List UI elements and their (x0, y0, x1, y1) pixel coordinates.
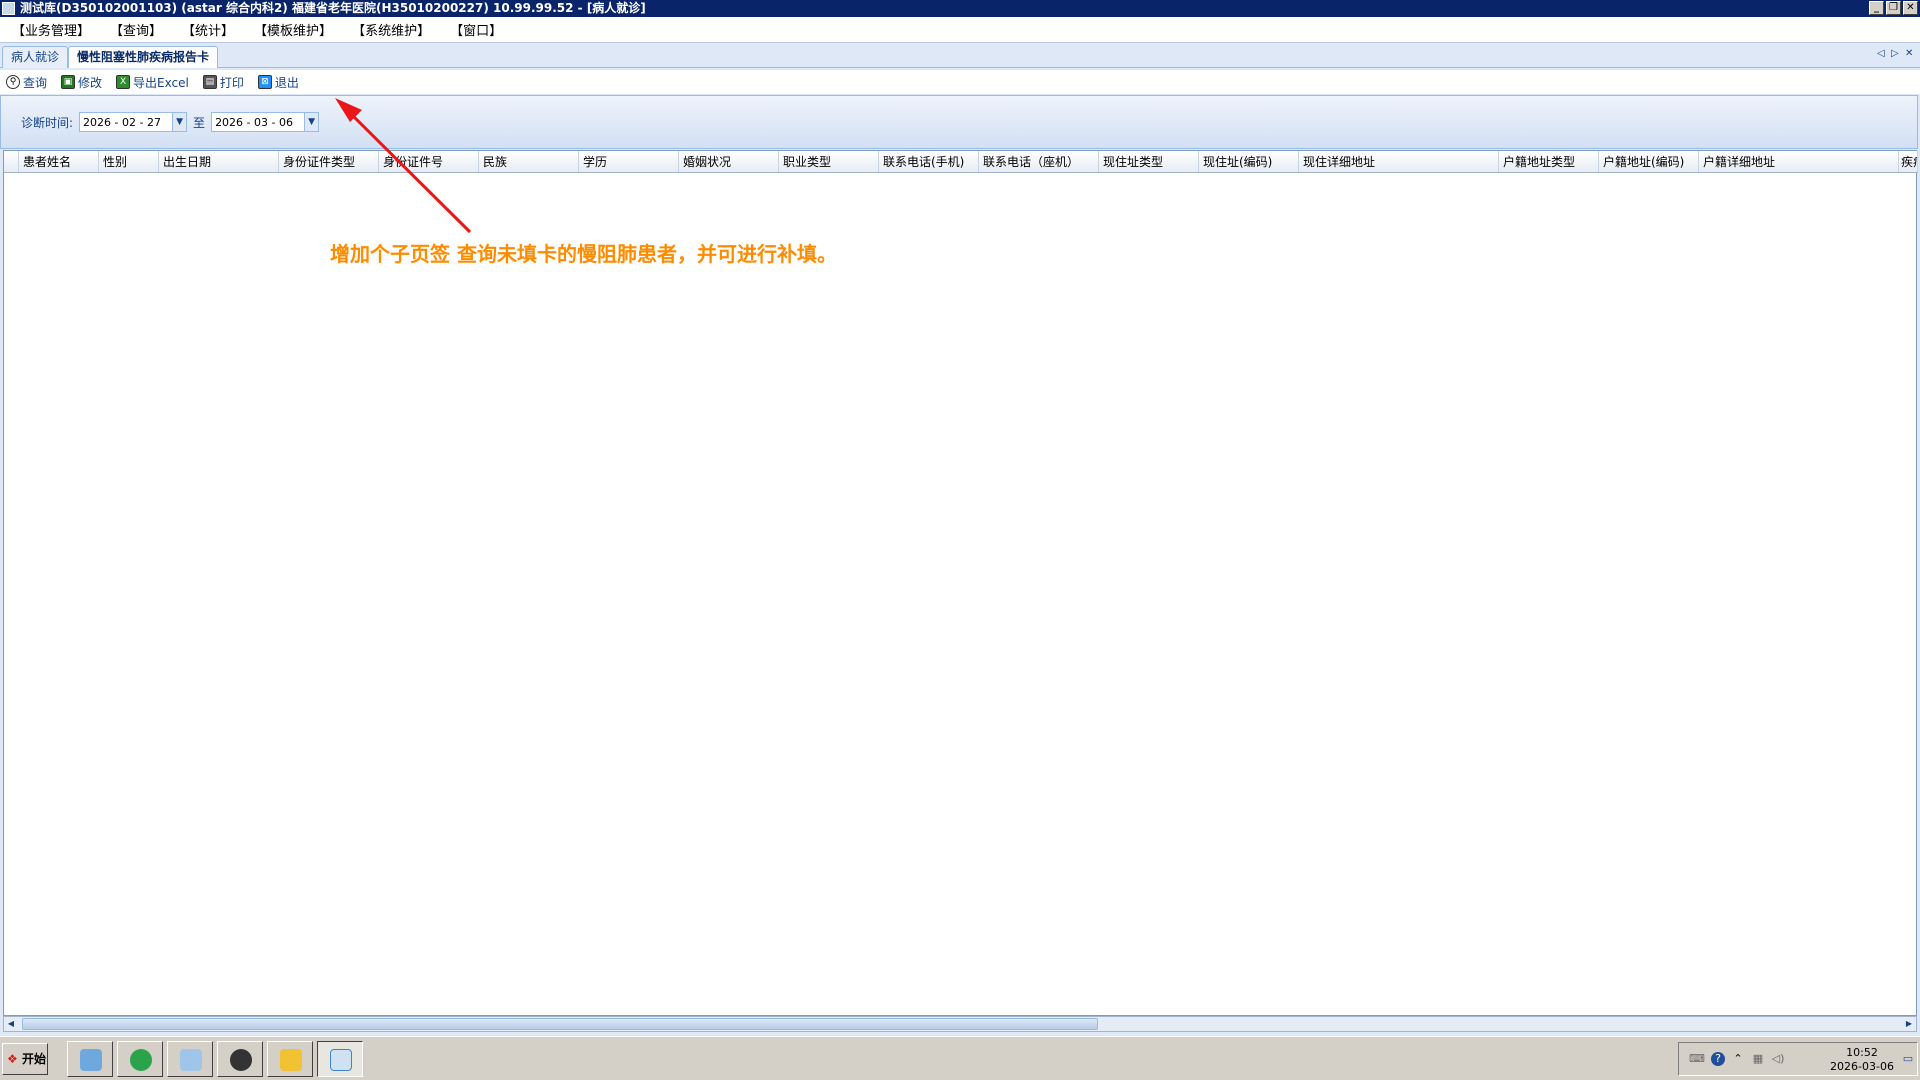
column-header-id-type[interactable]: 身份证件类型 (279, 151, 379, 172)
clock-date: 2026-03-06 (1830, 1060, 1894, 1073)
column-header-address-type[interactable]: 现住址类型 (1099, 151, 1199, 172)
menu-template[interactable]: 【模板维护】 (254, 20, 332, 39)
windows-logo-icon: ❖ (7, 1052, 18, 1066)
query-label: 查询 (23, 75, 48, 90)
tray-clock[interactable]: 10:52 2026-03-06 (1829, 1046, 1895, 1074)
search-icon: ⚲ (6, 75, 20, 89)
window-title: 测试库(D350102001103) (astar 综合内科2) 福建省老年医院… (20, 1, 646, 15)
printer-icon: ▤ (202, 75, 217, 89)
column-header-household-detail[interactable]: 户籍详细地址 (1699, 151, 1899, 172)
taskbar-app-sogou[interactable] (117, 1041, 163, 1077)
column-header-address-code[interactable]: 现住址(编码) (1199, 151, 1299, 172)
doctor-app-icon (330, 1049, 352, 1071)
menu-query[interactable]: 【查询】 (110, 20, 162, 39)
excel-icon: X (116, 75, 131, 89)
chevron-down-icon[interactable]: ▼ (172, 113, 187, 131)
app-icon (2, 2, 15, 15)
network-icon[interactable]: ▦ (1751, 1052, 1765, 1066)
diagnosis-time-label: 诊断时间: (21, 115, 74, 130)
column-header-birthdate[interactable]: 出生日期 (159, 151, 279, 172)
taskbar-app-compass[interactable] (217, 1041, 263, 1077)
keyboard-icon[interactable]: ⌨ (1689, 1052, 1705, 1066)
date-from-picker[interactable]: 2026 - 02 - 27 ▼ (79, 112, 188, 132)
folder-icon (280, 1049, 302, 1071)
tab-scroll-left-icon[interactable]: ◁ (1877, 48, 1885, 59)
scroll-left-icon[interactable]: ◀ (4, 1017, 18, 1031)
menu-business[interactable]: 【业务管理】 (12, 20, 90, 39)
taskbar-app-notepad[interactable] (167, 1041, 213, 1077)
exit-icon: ⊠ (257, 75, 272, 89)
window-titlebar: 测试库(D350102001103) (astar 综合内科2) 福建省老年医院… (0, 0, 1920, 17)
print-button[interactable]: ▤ 打印 (202, 74, 244, 91)
data-grid[interactable]: 患者姓名 性别 出生日期 身份证件类型 身份证件号 民族 学历 婚姻状况 职业类… (3, 150, 1918, 1016)
print-label: 打印 (219, 75, 244, 90)
query-button[interactable]: ⚲ 查询 (6, 74, 47, 91)
column-header-landline[interactable]: 联系电话（座机） (979, 151, 1099, 172)
scroll-right-icon[interactable]: ▶ (1902, 1017, 1916, 1031)
menu-window[interactable]: 【窗口】 (450, 20, 502, 39)
volume-icon[interactable]: ◁) (1771, 1052, 1785, 1066)
sogou-icon (130, 1049, 152, 1071)
window-controls: _ ❐ ✕ (1869, 1, 1918, 15)
filter-bar: 诊断时间: 2026 - 02 - 27 ▼ 至 2026 - 03 - 06 … (0, 95, 1918, 149)
column-header-marital-status[interactable]: 婚姻状况 (679, 151, 779, 172)
grid-header: 患者姓名 性别 出生日期 身份证件类型 身份证件号 民族 学历 婚姻状况 职业类… (4, 151, 1918, 173)
tab-bar: 病人就诊 慢性阻塞性肺疾病报告卡 ◁ ▷ ✕ (0, 44, 1920, 68)
edit-label: 修改 (78, 75, 103, 90)
export-excel-label: 导出Excel (133, 75, 189, 90)
tab-copd-report-card[interactable]: 慢性阻塞性肺疾病报告卡 (68, 46, 219, 68)
notepad-icon (180, 1049, 202, 1071)
help-icon[interactable]: ? (1711, 1052, 1725, 1066)
column-header-disease[interactable]: 疾病 (1899, 151, 1918, 172)
exit-label: 退出 (274, 75, 299, 90)
restore-button[interactable]: ❐ (1886, 1, 1901, 15)
column-header-household-code[interactable]: 户籍地址(编码) (1599, 151, 1699, 172)
system-tray: ⌨ ? ⌃ ▦ ◁) 10:52 2026-03-06 ▭ (1678, 1042, 1918, 1076)
column-header-household-type[interactable]: 户籍地址类型 (1499, 151, 1599, 172)
column-header-name[interactable]: 患者姓名 (19, 151, 99, 172)
taskbar-app-doctor[interactable] (317, 1041, 363, 1077)
calculator-icon (80, 1049, 102, 1071)
export-excel-button[interactable]: X 导出Excel (116, 74, 189, 91)
column-header-gender[interactable]: 性别 (99, 151, 159, 172)
tab-scroll-right-icon[interactable]: ▷ (1891, 48, 1899, 59)
compass-icon (230, 1049, 252, 1071)
column-header-occupation[interactable]: 职业类型 (779, 151, 879, 172)
date-range-separator: 至 (193, 115, 206, 130)
tab-patient-visit[interactable]: 病人就诊 (2, 46, 69, 68)
row-indicator-header (4, 151, 19, 172)
taskbar-app-calculator[interactable] (67, 1041, 113, 1077)
column-header-address-detail[interactable]: 现住详细地址 (1299, 151, 1499, 172)
chevron-up-icon[interactable]: ⌃ (1731, 1052, 1745, 1066)
annotation-text: 增加个子页签 查询未填卡的慢阻肺患者，并可进行补填。 (330, 242, 837, 266)
save-icon: ▣ (61, 75, 76, 89)
horizontal-scrollbar[interactable]: ◀ ▶ (3, 1016, 1917, 1032)
chevron-down-icon[interactable]: ▼ (304, 113, 319, 131)
toolbar: ⚲ 查询 ▣ 修改 X 导出Excel ▤ 打印 ⊠ 退出 (0, 70, 1920, 94)
menu-statistics[interactable]: 【统计】 (182, 20, 234, 39)
column-header-ethnicity[interactable]: 民族 (479, 151, 579, 172)
scrollbar-thumb[interactable] (22, 1018, 1098, 1030)
date-to-picker[interactable]: 2026 - 03 - 06 ▼ (211, 112, 320, 132)
show-desktop-icon[interactable]: ▭ (1901, 1052, 1915, 1066)
date-from-value[interactable]: 2026 - 02 - 27 (80, 116, 172, 129)
exit-button[interactable]: ⊠ 退出 (257, 74, 299, 91)
taskbar: ❖ 开始 ⌨ ? ⌃ ▦ ◁) 10:52 2026-03-06 ▭ (0, 1036, 1920, 1080)
start-label: 开始 (21, 1052, 46, 1066)
clock-time: 10:52 (1846, 1046, 1878, 1059)
close-button[interactable]: ✕ (1903, 1, 1918, 15)
start-button[interactable]: ❖ 开始 (2, 1043, 48, 1075)
column-header-education[interactable]: 学历 (579, 151, 679, 172)
minimize-button[interactable]: _ (1869, 1, 1884, 15)
edit-button[interactable]: ▣ 修改 (61, 74, 102, 91)
column-header-mobile[interactable]: 联系电话(手机) (879, 151, 979, 172)
taskbar-app-folder[interactable] (267, 1041, 313, 1077)
date-to-value[interactable]: 2026 - 03 - 06 (212, 116, 304, 129)
column-header-id-number[interactable]: 身份证件号 (379, 151, 479, 172)
menu-system[interactable]: 【系统维护】 (352, 20, 430, 39)
tab-close-icon[interactable]: ✕ (1905, 48, 1913, 59)
menu-bar: 【业务管理】 【查询】 【统计】 【模板维护】 【系统维护】 【窗口】 (0, 17, 1920, 43)
